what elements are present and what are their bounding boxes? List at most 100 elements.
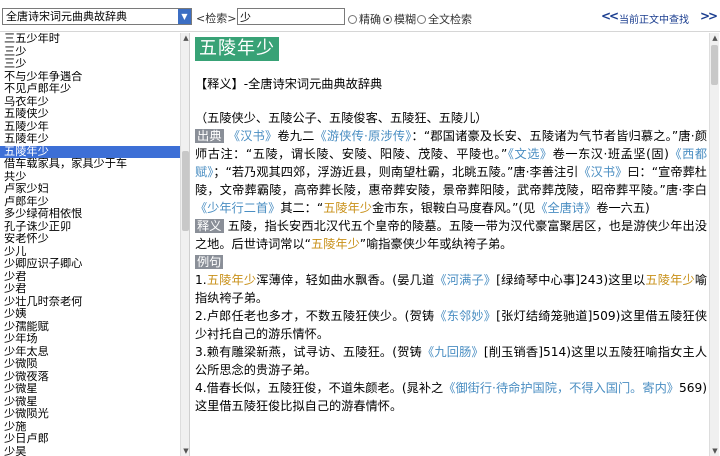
text-segment: [绿绮琴中心事]243)这里以 — [496, 273, 646, 287]
search-label: <检索> — [196, 12, 237, 25]
word-list-item[interactable]: 少君 — [0, 283, 180, 296]
radio-fuzzy[interactable]: 模糊 — [383, 11, 416, 27]
radio-fulltext[interactable]: 全文检索 — [417, 11, 472, 27]
word-list-item[interactable]: 五陵年少 — [0, 145, 180, 158]
source-link[interactable]: 《汉书》 — [228, 129, 278, 143]
example-4: 4.借春长似，五陵狂俊，不道朱颜老。(晁补之《御街行·待命护国院，不得入国门。寄… — [195, 379, 707, 415]
find-prev-button[interactable]: << — [601, 9, 619, 23]
headword-highlight: 五陵年少 — [645, 273, 695, 287]
definition-label: 【释义】 — [195, 77, 244, 91]
word-list-item[interactable]: 孔子诛少正卯 — [0, 221, 180, 234]
source-link[interactable]: 《游侠传·原涉传》 — [315, 129, 412, 143]
text-segment: 卷九二 — [277, 129, 315, 143]
content-scrollbar-thumb[interactable] — [711, 45, 718, 85]
content-scroll-up-icon[interactable]: ▲ — [710, 33, 720, 43]
word-list-item[interactable]: 乌衣年少 — [0, 96, 180, 109]
word-list-item[interactable]: 共少 — [0, 171, 180, 184]
word-list-item[interactable]: 少微星 — [0, 383, 180, 396]
source-link[interactable]: 《御街行·待命护国院，不得入国门。寄内》 — [443, 381, 679, 395]
source-link[interactable]: 《河满子》 — [434, 273, 496, 287]
example-2: 2.卢郎任老也多才，不数五陵狂侠少。(贺铸《东邻妙》[张灯结绮笼驰道]509)这… — [195, 307, 707, 343]
example-1: 1.五陵年少浑薄倖，轻如曲水飘香。(晏几道《河满子》[绿绮琴中心事]243)这里… — [195, 271, 707, 307]
word-list-item[interactable]: 借车载家具，家具少于车 — [0, 158, 180, 171]
word-list-item[interactable]: 少姨 — [0, 308, 180, 321]
source-link[interactable]: 《汉书》 — [578, 165, 627, 179]
word-list-item[interactable]: 少施 — [0, 421, 180, 434]
word-list-item[interactable]: 三五少年时 — [0, 33, 180, 46]
radio-fuzzy-icon[interactable] — [383, 14, 392, 24]
radio-exact-label: 精确 — [359, 13, 381, 26]
content-scrollbar[interactable]: ▲ ▼ — [709, 33, 719, 456]
word-list-item[interactable]: 少昊 — [0, 446, 180, 456]
headword-highlight: 五陵年少 — [206, 273, 257, 287]
definition-source: -全唐诗宋词元曲典故辞典 — [243, 77, 383, 91]
examples-tag: 例句 — [195, 255, 224, 269]
word-list-item[interactable]: 卢郎年少 — [0, 196, 180, 209]
word-list-item[interactable]: 三少 — [0, 46, 180, 59]
radio-fulltext-icon[interactable] — [417, 14, 426, 24]
source-link[interactable]: 《全唐诗》 — [535, 201, 596, 215]
word-list-item[interactable]: 不见卢郎年少 — [0, 83, 180, 96]
radio-fulltext-label: 全文检索 — [428, 13, 472, 26]
word-list-item[interactable]: 少微陨光 — [0, 408, 180, 421]
text-segment: 浑薄倖，轻如曲水飘香。(晏几道 — [256, 273, 435, 287]
example-3: 3.赖有雕梁新燕，试寻访、五陵狂。(贺铸《九回肠》[削玉销香]514)这里以五陵… — [195, 343, 707, 379]
headword: 五陵年少 — [195, 37, 279, 61]
word-list-item[interactable]: 安老怀少 — [0, 233, 180, 246]
text-segment: ；“若乃观其四郊，浮游近县，则南望杜霸，北眺五陵。”唐·李善注引 — [213, 165, 579, 179]
variants-line: （五陵侠少、五陵公子、五陵俊客、五陵狂、五陵儿） — [195, 111, 488, 125]
word-list-item[interactable]: 五陵侠少 — [0, 108, 180, 121]
word-list-item[interactable]: 少君 — [0, 271, 180, 284]
word-list-item[interactable]: 少年场 — [0, 333, 180, 346]
content-pane: 五陵年少 【释义】-全唐诗宋词元曲典故辞典 （五陵侠少、五陵公子、五陵俊客、五陵… — [191, 33, 720, 456]
word-list-item[interactable]: 少日卢郎 — [0, 433, 180, 446]
word-list-item[interactable]: 五陵少年 — [0, 121, 180, 134]
entry-content: 五陵年少 【释义】-全唐诗宋词元曲典故辞典 （五陵侠少、五陵公子、五陵俊客、五陵… — [195, 35, 707, 415]
word-list-item[interactable]: 五陵年少 — [0, 133, 180, 146]
text-segment: 1. — [195, 273, 207, 287]
toolbar: 全唐诗宋词元曲典故辞典 ▼ <检索> 精确 模糊 全文检索 << 当前正文中查找… — [0, 0, 720, 32]
text-segment: 3.赖有雕梁新燕，试寻访、五陵狂。(贺铸 — [195, 345, 422, 359]
dropdown-arrow-icon[interactable]: ▼ — [178, 9, 191, 24]
content-scroll-down-icon[interactable]: ▼ — [710, 446, 720, 456]
find-in-current-label: 当前正文中查找 — [619, 15, 689, 26]
text-segment: 2.卢郎任老也多才，不数五陵狂侠少。(贺铸 — [195, 309, 435, 323]
origin-paragraph: 出典 《汉书》卷九二《游侠传·原涉传》：“郡国诸豪及长安、五陵诸为气节者皆归慕之… — [195, 127, 707, 217]
word-list-item[interactable]: 三少 — [0, 58, 180, 71]
source-link[interactable]: 《少年行二首》 — [195, 201, 280, 215]
source-link[interactable]: 《文选》 — [507, 147, 552, 161]
radio-exact-icon[interactable] — [348, 14, 357, 24]
word-list-item[interactable]: 少年太息 — [0, 346, 180, 359]
word-list-item[interactable]: 少微陨 — [0, 358, 180, 371]
meaning-paragraph: 释义 五陵，指长安西北汉代五个皇帝的陵墓。五陵一带为汉代豪富聚居区，也是游侠少年… — [195, 217, 707, 253]
dictionary-select[interactable]: 全唐诗宋词元曲典故辞典 ▼ — [2, 8, 192, 25]
scrollbar-thumb[interactable] — [182, 151, 189, 231]
word-list-item[interactable]: 少卿应识子卿心 — [0, 258, 180, 271]
headword-highlight: 五陵年少 — [323, 201, 372, 215]
find-next-button[interactable]: >> — [700, 9, 718, 23]
search-input[interactable] — [237, 8, 345, 25]
examples-header: 例句 — [195, 253, 707, 271]
word-list-item[interactable]: 不与少年争遇合 — [0, 71, 180, 84]
word-list-item[interactable]: 少微星 — [0, 396, 180, 409]
word-list[interactable]: 三五少年时 三少 三少 不与少年争遇合 不见卢郎年少 乌衣年少 五陵侠少 五陵少年 五陵年少 五陵… — [0, 33, 180, 456]
text-segment: ”喻指豪侠少年或纨袴子弟。 — [359, 237, 513, 251]
source-link[interactable]: 《九回肠》 — [422, 345, 484, 359]
text-segment: 卷一六五) — [596, 201, 650, 215]
headword-highlight: 五陵年少 — [311, 237, 360, 251]
section-tag: 释义 — [195, 219, 224, 233]
word-list-item[interactable]: 少孺能赋 — [0, 321, 180, 334]
word-list-item[interactable]: 少微夜落 — [0, 371, 180, 384]
radio-fuzzy-label: 模糊 — [394, 13, 416, 26]
word-list-item[interactable]: 少儿 — [0, 246, 180, 259]
word-list-item[interactable]: 多少绿荷相依恨 — [0, 208, 180, 221]
text-segment: 卷一东汉·班孟坚(固) — [552, 147, 669, 161]
word-list-item[interactable]: 卢家少妇 — [0, 183, 180, 196]
radio-exact[interactable]: 精确 — [348, 11, 381, 27]
word-list-scrollbar[interactable]: ▲ ▼ — [180, 33, 189, 456]
section-tag: 出典 — [195, 129, 224, 143]
source-link[interactable]: 《东邻妙》 — [434, 309, 496, 323]
word-list-item[interactable]: 少壮几时奈老何 — [0, 296, 180, 309]
scroll-up-icon[interactable]: ▲ — [181, 33, 189, 43]
scroll-down-icon[interactable]: ▼ — [181, 446, 189, 456]
